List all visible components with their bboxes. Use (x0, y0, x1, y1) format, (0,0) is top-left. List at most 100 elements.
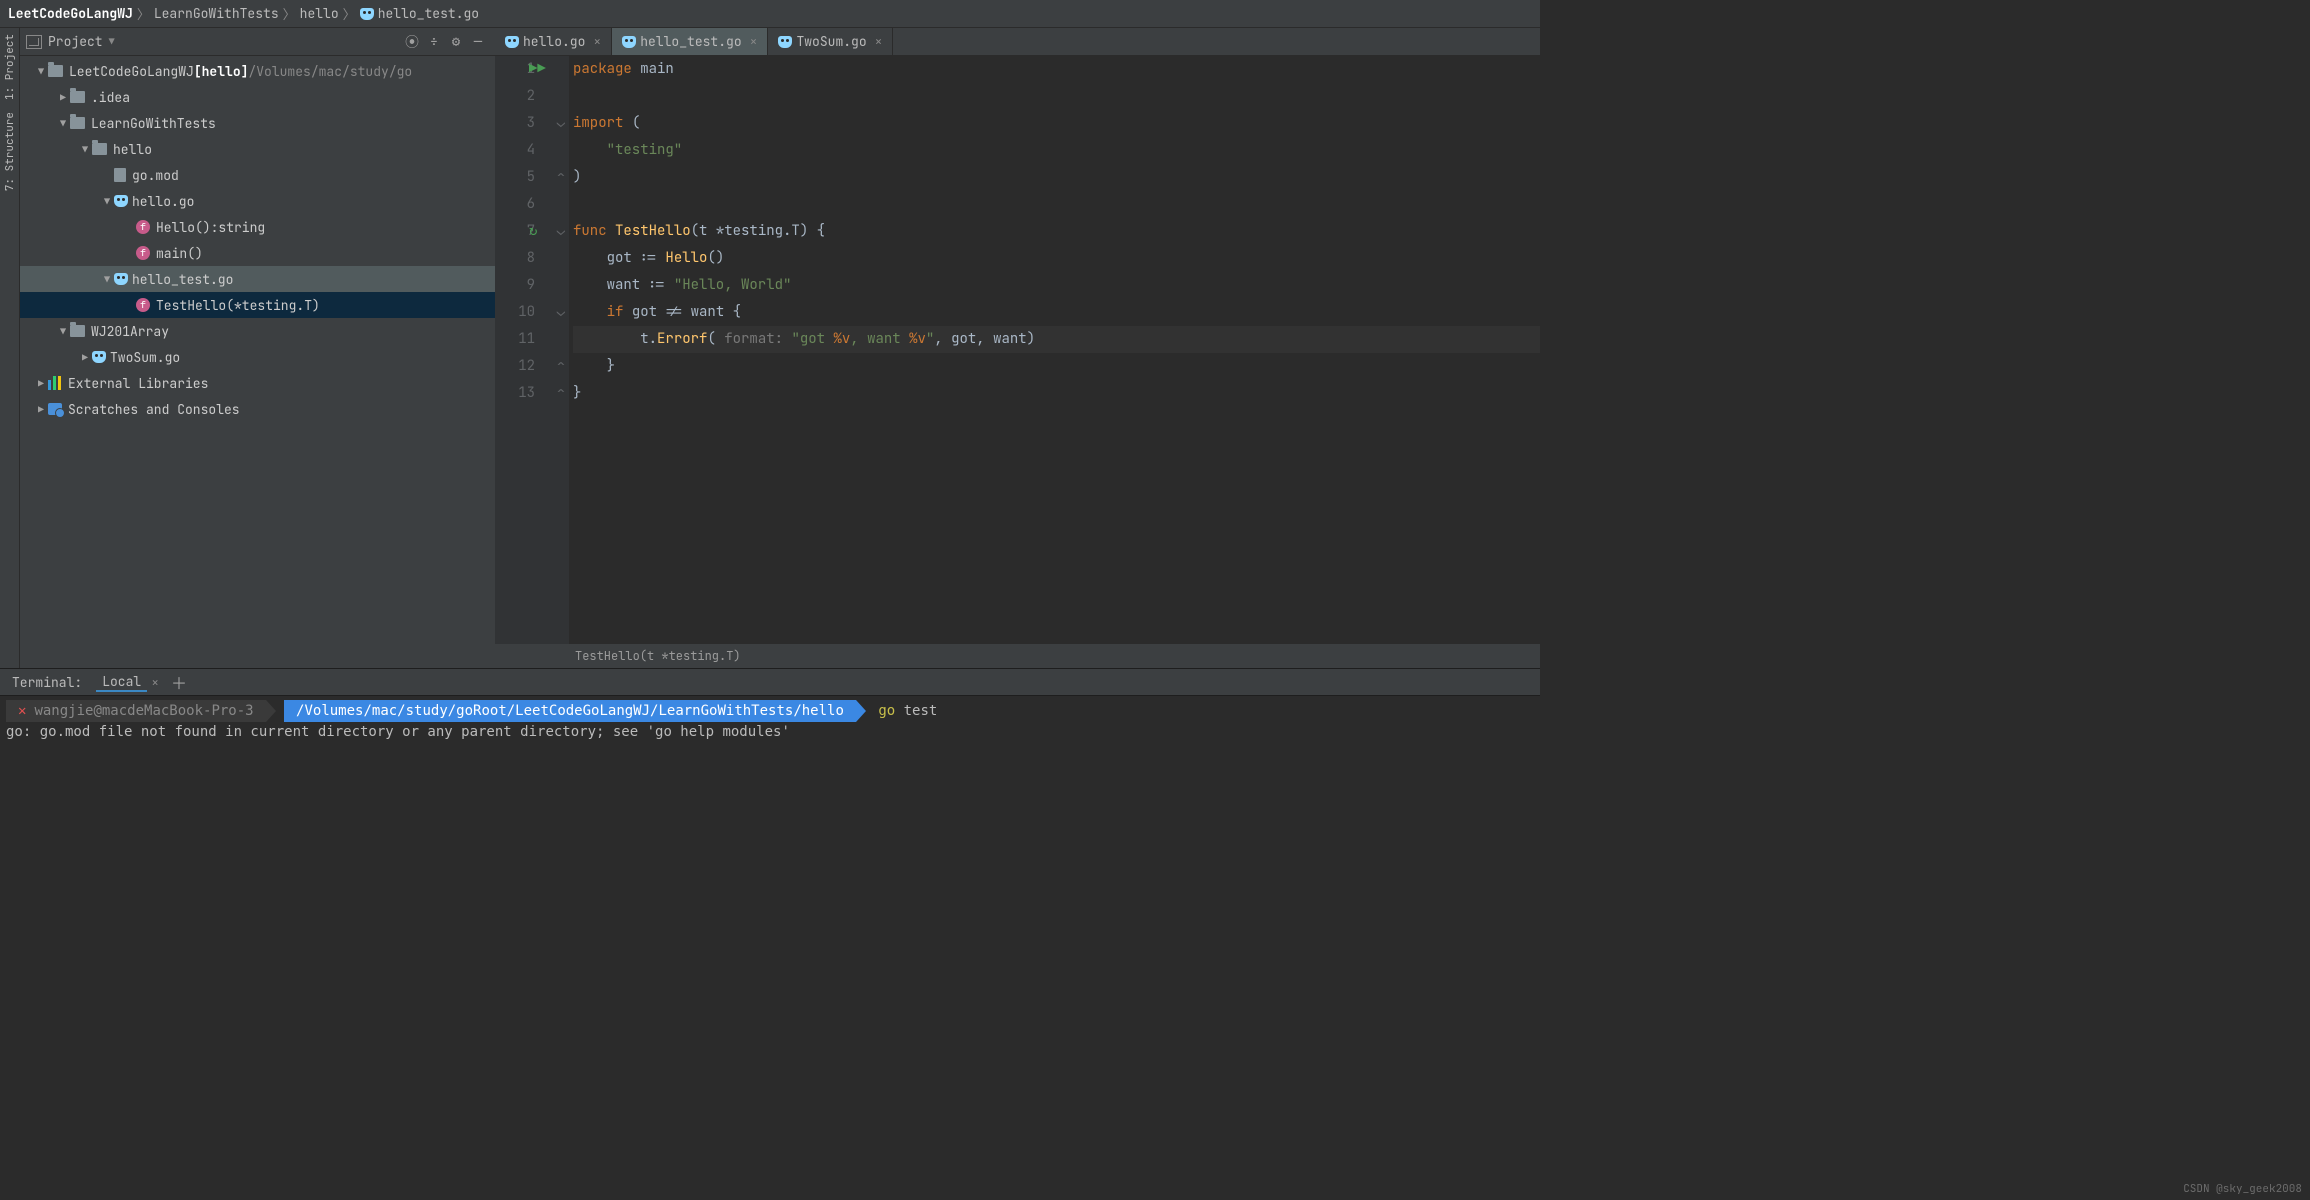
tree-row[interactable]: ▼ hello_test.go (20, 266, 495, 292)
editor-tab[interactable]: hello_test.go × (612, 28, 768, 55)
run-gutter-icon[interactable]: ▶▶ (529, 56, 546, 83)
function-icon: f (136, 246, 150, 260)
terminal-tab[interactable]: Local (96, 673, 147, 692)
locate-icon[interactable]: ⦿ (401, 32, 423, 52)
code-line[interactable]: } (573, 353, 1540, 380)
scratch-icon (48, 403, 62, 415)
close-icon[interactable]: × (151, 674, 159, 691)
tree-label: hello (113, 141, 152, 158)
tree-row[interactable]: ▶TwoSum.go (20, 344, 495, 370)
tree-row[interactable]: f main() (20, 240, 495, 266)
chevron-right-icon: 〉 (283, 4, 296, 23)
tree-arrow-icon[interactable]: ▼ (56, 117, 70, 130)
breadcrumb: LeetCodeGoLangWJ 〉 LearnGoWithTests 〉 he… (0, 0, 1540, 28)
go-file-icon (114, 195, 128, 207)
code-line[interactable]: if got != want { (573, 299, 1540, 326)
run-gutter-icon[interactable]: ↻ (529, 218, 537, 245)
code-line[interactable]: func TestHello(t *testing.T) { (573, 218, 1540, 245)
code-line[interactable] (573, 191, 1540, 218)
code-line[interactable]: ) (573, 164, 1540, 191)
library-icon (48, 376, 62, 390)
project-panel-title[interactable]: Project (48, 33, 103, 50)
tree-arrow-icon[interactable]: ▶ (34, 377, 48, 390)
editor-breadcrumb[interactable]: TestHello(t *testing.T) (495, 644, 1540, 668)
code-body[interactable]: package main import ( "testing") func Te… (569, 56, 1540, 644)
terminal-command: go test (878, 703, 937, 719)
chevron-right-icon: 〉 (343, 4, 356, 23)
tree-arrow-icon[interactable]: ▼ (100, 195, 114, 208)
tree-arrow-icon[interactable]: ▼ (78, 143, 92, 156)
code-line[interactable]: t.Errorf( format: "got %v, want %v", got… (573, 326, 1540, 353)
function-icon: f (136, 220, 150, 234)
function-icon: f (136, 298, 150, 312)
tab-label: TwoSum.go (796, 33, 866, 50)
expand-icon[interactable]: ÷ (423, 33, 445, 51)
tree-arrow-icon[interactable]: ▼ (56, 325, 70, 338)
project-tree[interactable]: ▼LeetCodeGoLangWJ [hello] /Volumes/mac/s… (20, 56, 495, 668)
fold-gutter[interactable]: ⌄⌃⌄⌄⌃⌃ (553, 56, 569, 644)
tree-arrow-icon[interactable]: ▼ (100, 273, 114, 286)
tree-arrow-icon[interactable]: ▼ (34, 65, 48, 78)
toolbar-tab-project[interactable]: 1: Project (3, 34, 17, 100)
close-icon[interactable]: × (875, 33, 883, 50)
code-line[interactable]: want := "Hello, World" (573, 272, 1540, 299)
tree-row[interactable]: ▶.idea (20, 84, 495, 110)
tree-arrow-icon[interactable]: ▶ (78, 351, 92, 364)
editor-tab[interactable]: hello.go× (495, 28, 612, 55)
code-line[interactable]: package main (573, 56, 1540, 83)
chevron-down-icon[interactable]: ▼ (109, 35, 115, 48)
go-file-icon (778, 36, 792, 48)
code-line[interactable]: "testing" (573, 137, 1540, 164)
watermark: CSDN @sky_geek2008 (2183, 1182, 2302, 1196)
tree-row[interactable]: go.mod (20, 162, 495, 188)
tree-label: LeetCodeGoLangWJ (69, 63, 194, 80)
tree-label: WJ201Array (91, 323, 169, 340)
toolbar-tab-structure[interactable]: 7: Structure (3, 112, 17, 191)
minimize-icon[interactable]: — (467, 33, 489, 51)
breadcrumb-item[interactable]: LeetCodeGoLangWJ (8, 5, 133, 22)
tab-label: hello_test.go (640, 33, 741, 50)
editor-tab[interactable]: TwoSum.go × (768, 28, 893, 55)
gear-icon[interactable]: ⚙ (445, 33, 467, 51)
code-line[interactable]: } (573, 380, 1540, 407)
terminal-body[interactable]: wangjie@macdeMacBook-Pro-3 /Volumes/mac/… (0, 696, 1540, 746)
tree-label: Hello():string (156, 219, 265, 236)
tree-label: go.mod (132, 167, 179, 184)
tree-arrow-icon[interactable]: ▶ (34, 403, 48, 416)
tree-row[interactable]: ▼LeetCodeGoLangWJ [hello] /Volumes/mac/s… (20, 58, 495, 84)
tree-row[interactable]: ▼ LearnGoWithTests (20, 110, 495, 136)
go-file-icon (622, 36, 636, 48)
breadcrumb-item[interactable]: hello_test.go (378, 5, 479, 22)
tree-label: hello_test.go (132, 271, 233, 288)
code-line[interactable] (573, 83, 1540, 110)
tree-row[interactable]: ▶Scratches and Consoles (20, 396, 495, 422)
tree-row[interactable]: ▼ WJ201Array (20, 318, 495, 344)
code-editor[interactable]: ▶▶123456↻78910111213 ⌄⌃⌄⌄⌃⌃ package main… (495, 56, 1540, 644)
terminal-output: go: go.mod file not found in current dir… (6, 722, 1534, 742)
tree-label: main() (156, 245, 203, 262)
tree-row[interactable]: ▼ hello.go (20, 188, 495, 214)
tree-row[interactable]: ▼ hello (20, 136, 495, 162)
breadcrumb-item[interactable]: hello (300, 5, 339, 22)
breadcrumb-item[interactable]: LearnGoWithTests (154, 5, 279, 22)
tree-row[interactable]: ▶ External Libraries (20, 370, 495, 396)
terminal-panel: Terminal: Local× ＋ wangjie@macdeMacBook-… (0, 668, 1540, 746)
tree-arrow-icon[interactable]: ▶ (56, 91, 70, 104)
close-icon[interactable]: × (593, 33, 601, 50)
code-line[interactable]: got := Hello() (573, 245, 1540, 272)
add-terminal-button[interactable]: ＋ (171, 670, 187, 694)
tree-row[interactable]: f TestHello(*testing.T) (20, 292, 495, 318)
folder-icon (70, 325, 85, 337)
tree-label: External Libraries (68, 375, 208, 392)
terminal-host: wangjie@macdeMacBook-Pro-3 (6, 700, 266, 722)
tree-row[interactable]: f Hello():string (20, 214, 495, 240)
close-icon[interactable]: × (750, 33, 758, 50)
tree-label: LearnGoWithTests (91, 115, 216, 132)
project-panel-header: Project ▼ ⦿ ÷ ⚙ — (20, 28, 495, 56)
code-line[interactable]: import ( (573, 110, 1540, 137)
editor-area: hello.go× hello_test.go × TwoSum.go × ▶▶1234… (495, 28, 1540, 668)
gutter[interactable]: ▶▶123456↻78910111213 (495, 56, 553, 644)
terminal-path: /Volumes/mac/study/goRoot/LeetCodeGoLang… (284, 700, 856, 722)
tree-label: hello.go (132, 193, 194, 210)
tree-label: TestHello(*testing.T) (156, 297, 320, 314)
